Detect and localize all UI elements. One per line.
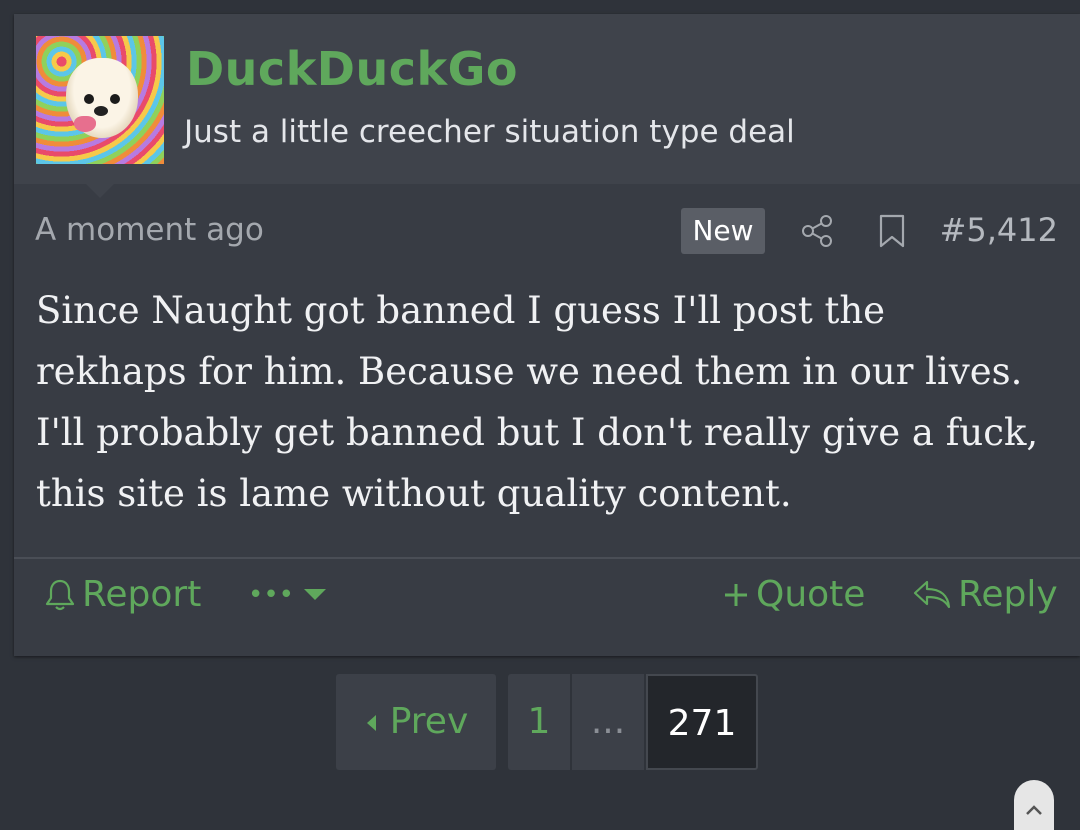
page-link-1[interactable]: 1	[508, 674, 570, 770]
reply-label: Reply	[958, 574, 1058, 615]
quote-label: Quote	[756, 574, 866, 615]
report-button[interactable]: Report	[44, 574, 201, 615]
post-card: DuckDuckGo Just a little creecher situat…	[14, 14, 1080, 656]
quote-button[interactable]: Quote	[722, 574, 865, 615]
avatar-dog-face	[66, 58, 138, 138]
footer-divider	[14, 557, 1080, 559]
avatar-nose	[94, 106, 108, 116]
chevron-up-icon	[1026, 805, 1042, 815]
new-badge: New	[681, 208, 765, 254]
chevron-down-icon	[304, 589, 327, 600]
avatar-eye	[110, 94, 120, 104]
avatar-eye	[84, 94, 94, 104]
header-pointer	[86, 184, 114, 198]
post-timestamp[interactable]: A moment ago	[35, 212, 264, 248]
reply-icon	[913, 580, 951, 608]
bookmark-icon[interactable]	[878, 214, 906, 248]
scroll-to-top-button[interactable]	[1014, 780, 1054, 830]
share-icon[interactable]	[800, 214, 834, 248]
report-label: Report	[82, 574, 202, 615]
prev-page-button[interactable]: Prev	[336, 674, 496, 770]
plus-icon	[725, 583, 747, 606]
bell-icon	[45, 579, 75, 610]
page-jump-ellipsis[interactable]: ...	[572, 674, 644, 770]
chevron-left-icon	[366, 715, 376, 731]
avatar[interactable]	[36, 36, 164, 164]
current-page: 271	[646, 674, 758, 770]
user-header: DuckDuckGo Just a little creecher situat…	[14, 14, 1080, 184]
more-options-button[interactable]: •••	[248, 580, 334, 610]
post-number-link[interactable]: #5,412	[940, 211, 1058, 249]
user-title: Just a little creecher situation type de…	[184, 114, 795, 150]
avatar-tongue	[74, 116, 96, 132]
post-message: Since Naught got banned I guess I'll pos…	[36, 289, 1039, 515]
more-dots: •••	[248, 580, 295, 610]
reply-button[interactable]: Reply	[912, 574, 1058, 615]
username-link[interactable]: DuckDuckGo	[186, 42, 518, 96]
prev-label: Prev	[389, 701, 469, 742]
